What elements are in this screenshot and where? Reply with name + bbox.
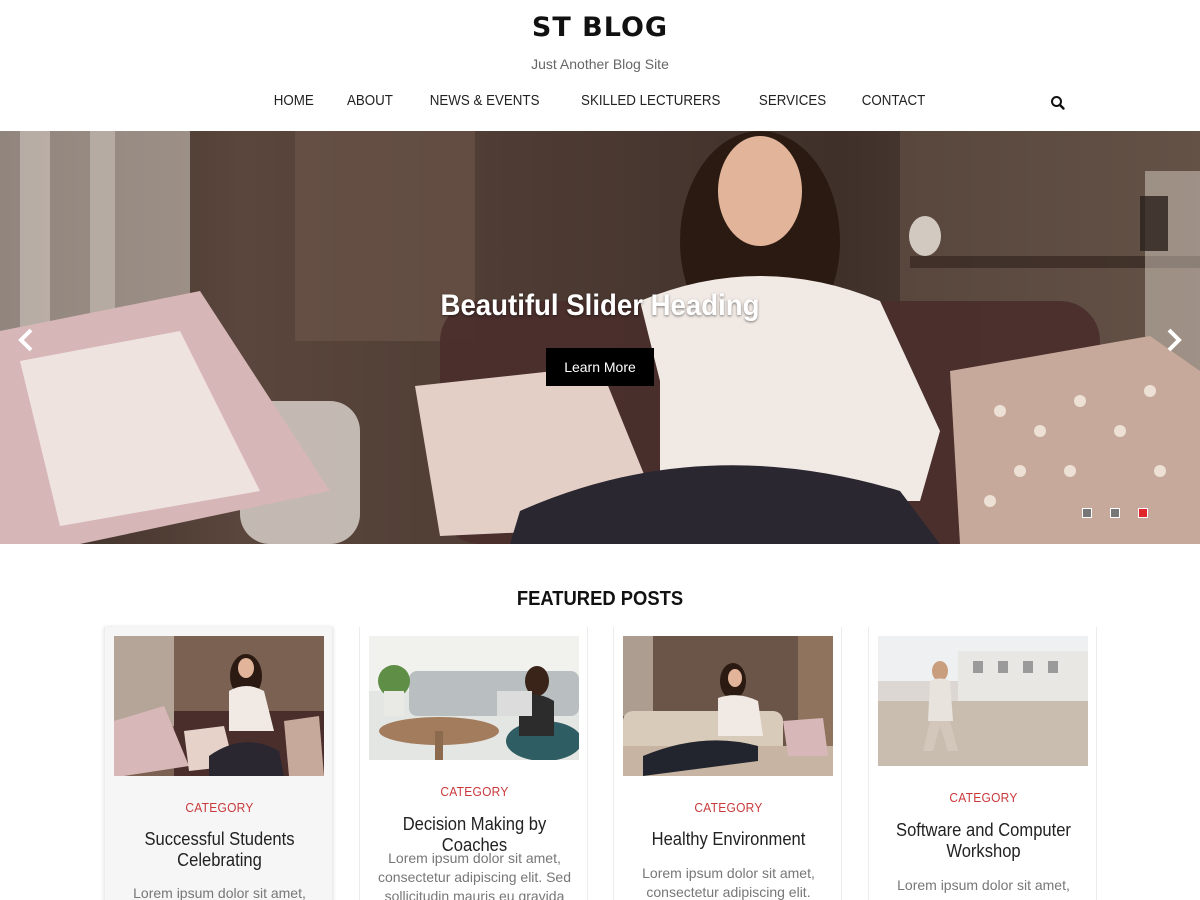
slide-background-image (0, 131, 1200, 544)
post-thumbnail[interactable] (114, 636, 324, 776)
site-header: ST BLOG Just Another Blog Site HOME ABOU… (0, 0, 1200, 131)
post-excerpt: Lorem ipsum dolor sit amet, (897, 877, 1070, 893)
post-category[interactable]: CATEGORY (369, 784, 580, 799)
post-card[interactable]: CATEGORY Healthy Environment Lorem ipsum… (613, 627, 842, 900)
chevron-right-icon (1167, 328, 1182, 352)
post-excerpt: Lorem ipsum dolor sit amet, (133, 885, 306, 900)
slider-dot-3[interactable] (1138, 508, 1148, 518)
nav-item-news-events[interactable]: NEWS & EVENTS (416, 90, 553, 114)
learn-more-button[interactable]: Learn More (546, 348, 654, 386)
post-excerpt: Lorem ipsum dolor sit amet, consectetur … (378, 850, 571, 900)
post-thumbnail[interactable] (623, 636, 833, 776)
nav-item-contact[interactable]: CONTACT (848, 90, 939, 114)
slider-next-button[interactable] (1162, 327, 1184, 353)
nav-item-skilled-lecturers[interactable]: SKILLED LECTURERS (567, 90, 734, 114)
site-tagline: Just Another Blog Site (531, 56, 669, 72)
slider-dot-2[interactable] (1110, 508, 1120, 518)
post-category[interactable]: CATEGORY (114, 800, 325, 815)
post-title[interactable]: Successful Students Celebrating (123, 829, 315, 871)
main-nav: HOME ABOUT NEWS & EVENTS SKILLED LECTURE… (0, 90, 1200, 114)
post-title[interactable]: Software and Computer Workshop (887, 820, 1079, 862)
post-thumbnail[interactable] (369, 636, 579, 760)
featured-posts-heading: FEATURED POSTS (516, 588, 684, 610)
post-title[interactable]: Healthy Environment (632, 829, 824, 850)
post-excerpt: Lorem ipsum dolor sit amet, consectetur … (642, 865, 815, 900)
search-button[interactable] (1048, 93, 1068, 113)
search-icon (1051, 96, 1065, 110)
post-card[interactable]: CATEGORY Successful Students Celebrating… (104, 627, 333, 900)
chevron-left-icon (18, 328, 33, 352)
nav-item-services[interactable]: SERVICES (745, 90, 840, 114)
post-card[interactable]: CATEGORY Software and Computer Workshop … (868, 627, 1097, 900)
nav-item-about[interactable]: ABOUT (334, 90, 408, 114)
slide-heading: Beautiful Slider Heading (440, 289, 760, 322)
slider-pagination (1082, 508, 1148, 518)
post-thumbnail[interactable] (878, 636, 1088, 766)
nav-item-home[interactable]: HOME (260, 90, 328, 114)
post-category[interactable]: CATEGORY (623, 800, 834, 815)
site-title[interactable]: ST BLOG (0, 12, 1200, 43)
slider-prev-button[interactable] (16, 327, 38, 353)
hero-slider: Beautiful Slider Heading Learn More (0, 131, 1200, 544)
post-card[interactable]: CATEGORY Decision Making by Coaches Lore… (359, 627, 588, 900)
post-category[interactable]: CATEGORY (878, 790, 1089, 805)
slider-dot-1[interactable] (1082, 508, 1092, 518)
